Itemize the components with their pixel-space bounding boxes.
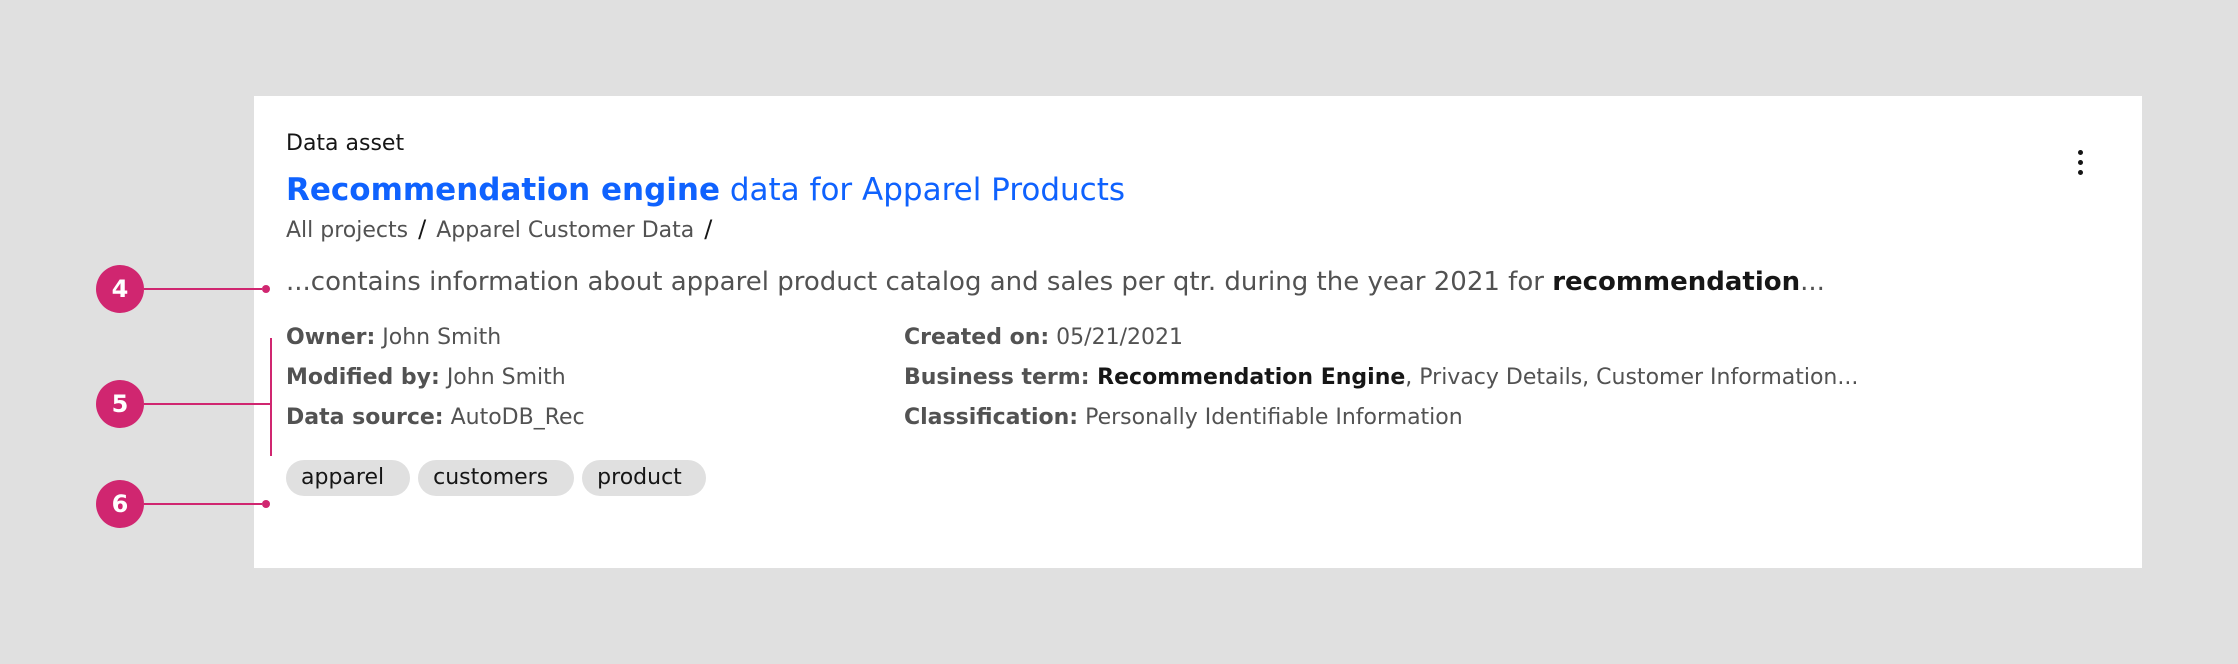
asset-title-link[interactable]: Recommendation engine data for Apparel P…: [286, 170, 2110, 210]
annotation-dot-4: [262, 285, 270, 293]
breadcrumb-item-project[interactable]: Apparel Customer Data: [436, 218, 694, 243]
annotation-dot-6: [262, 500, 270, 508]
description-snippet: ...contains information about apparel pr…: [286, 267, 1825, 297]
tag-product[interactable]: product: [582, 460, 706, 496]
annotation-bracket-5: [270, 338, 272, 456]
tag-apparel[interactable]: apparel: [286, 460, 411, 496]
annotation-leader-4: [144, 288, 262, 290]
annotation-marker-4: 4: [96, 265, 144, 313]
breadcrumb: All projects / Apparel Customer Data /: [286, 214, 2110, 246]
tag-list: apparel customers product: [286, 460, 2110, 496]
breadcrumb-separator: /: [704, 215, 713, 243]
owner-row: Owner: John Smith: [286, 325, 502, 350]
business-term-row: Business term: Recommendation Engine, Pr…: [904, 365, 1859, 390]
metadata-grid: Owner: John Smith Modified by: John Smit…: [286, 318, 2110, 438]
data-source-row: Data source: AutoDB_Rec: [286, 405, 585, 430]
search-match: recommendation: [1552, 267, 1801, 297]
classification-row: Classification: Personally Identifiable …: [904, 405, 1463, 430]
created-row: Created on: 05/21/2021: [904, 325, 1183, 350]
breadcrumb-separator: /: [418, 215, 427, 243]
title-highlight: Recommendation engine: [286, 172, 720, 208]
tag-customers[interactable]: customers: [418, 460, 575, 496]
overflow-menu-icon[interactable]: [2068, 142, 2092, 182]
annotation-leader-5: [144, 403, 272, 405]
annotation-marker-6: 6: [96, 480, 144, 528]
breadcrumb-item-all-projects[interactable]: All projects: [286, 218, 408, 243]
annotation-marker-5: 5: [96, 380, 144, 428]
search-result-card[interactable]: Data asset Recommendation engine data fo…: [254, 96, 2142, 568]
asset-type-label: Data asset: [286, 131, 405, 156]
title-rest: data for Apparel Products: [720, 172, 1126, 208]
annotation-leader-6: [144, 503, 262, 505]
modified-row: Modified by: John Smith: [286, 365, 566, 390]
